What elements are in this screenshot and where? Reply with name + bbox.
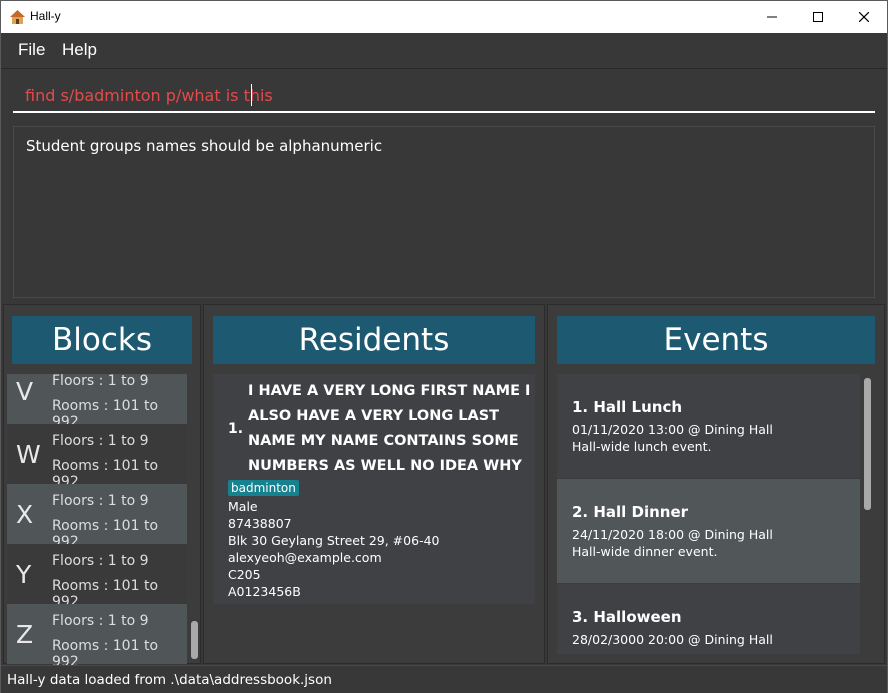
event-datetime: 28/02/3000 20:00 @ Dining Hall [572,632,773,647]
text-caret [251,84,252,106]
block-item-z[interactable]: Z Floors : 1 to 9 Rooms : 101 to 992 [7,604,187,670]
event-title: 3. Halloween [572,608,682,626]
events-header: Events [557,316,875,364]
menu-help[interactable]: Help [62,40,97,60]
block-letter: Y [16,560,32,589]
blocks-scrollbar[interactable] [191,621,198,659]
event-item[interactable]: 3. Halloween 28/02/3000 20:00 @ Dining H… [557,584,860,654]
residents-header: Residents [213,316,535,364]
event-description: Hall-wide dinner event. [572,544,718,559]
event-description: Hall-wide lunch event. [572,439,712,454]
title-bar: Hall-y [1,1,887,33]
block-floors: Floors : 1 to 9 [52,553,149,569]
resident-address: Blk 30 Geylang Street 29, #06-40 [228,533,440,548]
minimize-button[interactable] [749,1,795,33]
events-scrollbar[interactable] [864,378,871,510]
resident-gender: Male [228,499,258,514]
close-icon [859,12,869,22]
close-button[interactable] [841,1,887,33]
minimize-icon [767,16,777,18]
house-icon [10,10,25,24]
block-letter: W [16,440,41,469]
resident-card[interactable]: 1. I HAVE A VERY LONG FIRST NAME I ALSO … [213,374,535,604]
blocks-header: Blocks [12,316,192,364]
event-item[interactable]: 2. Hall Dinner 24/11/2020 18:00 @ Dining… [557,479,860,583]
resident-phone: 87438807 [228,516,292,531]
block-floors: Floors : 1 to 9 [52,433,149,449]
menu-file[interactable]: File [18,40,45,60]
event-title: 2. Hall Dinner [572,503,689,521]
command-area [1,69,887,121]
app-window: Hall-y File Help Student groups names sh… [0,0,888,693]
event-datetime: 24/11/2020 18:00 @ Dining Hall [572,527,773,542]
resident-index: 1. [228,421,244,437]
status-bar: Hall-y data loaded from .\data\addressbo… [1,665,887,693]
block-floors: Floors : 1 to 9 [52,373,149,389]
block-letter: X [16,500,34,529]
block-item-w[interactable]: W Floors : 1 to 9 Rooms : 101 to 992 [7,424,187,490]
command-input[interactable] [13,79,875,113]
maximize-button[interactable] [795,1,841,33]
resident-email: alexyeoh@example.com [228,550,382,565]
result-text: Student groups names should be alphanume… [26,137,383,155]
result-display[interactable]: Student groups names should be alphanume… [13,126,875,298]
window-title: Hall-y [30,9,61,23]
student-group-tag: badminton [228,480,299,496]
event-datetime: 01/11/2020 13:00 @ Dining Hall [572,422,773,437]
block-item-y[interactable]: Y Floors : 1 to 9 Rooms : 101 to 992 [7,544,187,610]
block-letter: V [16,377,34,406]
status-text: Hall-y data loaded from .\data\addressbo… [7,672,332,688]
resident-matric: A0123456B [228,584,301,599]
event-item[interactable]: 1. Hall Lunch 01/11/2020 13:00 @ Dining … [557,374,860,478]
block-floors: Floors : 1 to 9 [52,613,149,629]
resident-name: I HAVE A VERY LONG FIRST NAME I ALSO HAV… [248,383,531,474]
block-item-v[interactable]: V Floors : 1 to 9 Rooms : 101 to 992 [7,373,187,430]
resident-room: C205 [228,567,261,582]
block-item-x[interactable]: X Floors : 1 to 9 Rooms : 101 to 992 [7,484,187,550]
maximize-icon [813,12,823,22]
block-letter: Z [16,620,34,649]
menu-bar: File Help [1,33,887,69]
event-title: 1. Hall Lunch [572,398,683,416]
block-floors: Floors : 1 to 9 [52,493,149,509]
